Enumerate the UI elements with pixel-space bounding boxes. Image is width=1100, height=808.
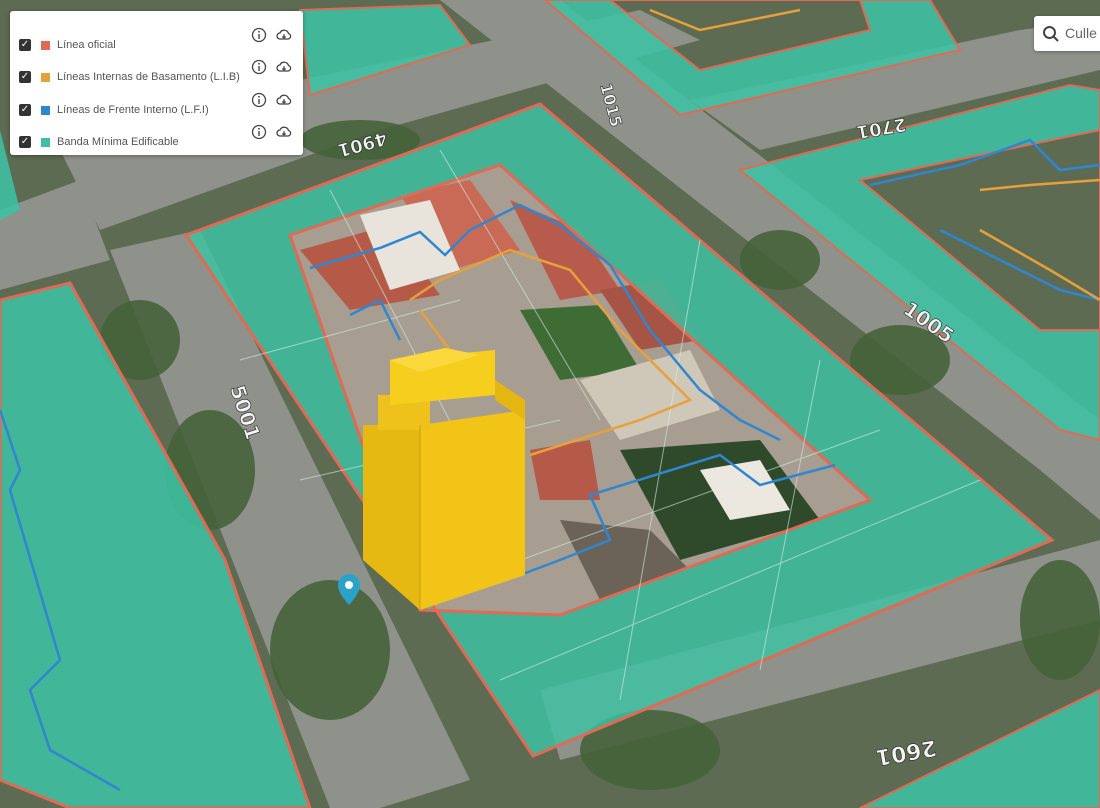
layer-checkbox[interactable]: ✓ xyxy=(19,71,31,83)
layer-checkbox[interactable]: ✓ xyxy=(19,104,31,116)
cloud-download-icon[interactable] xyxy=(276,92,292,108)
info-icon[interactable] xyxy=(251,59,267,75)
layer-label: Líneas Internas de Basamento (L.I.B) xyxy=(57,71,240,83)
layer-swatch xyxy=(41,105,50,115)
layer-checkbox[interactable]: ✓ xyxy=(19,136,31,148)
search-box[interactable]: Culle xyxy=(1034,16,1100,51)
info-icon[interactable] xyxy=(251,92,267,108)
cloud-download-icon[interactable] xyxy=(276,27,292,43)
layers-panel: ✓ Línea oficial ✓ Líneas Internas de Bas… xyxy=(10,11,303,155)
search-icon xyxy=(1043,26,1059,42)
cloud-download-icon[interactable] xyxy=(276,59,292,75)
layer-swatch xyxy=(41,72,50,82)
layer-swatch xyxy=(41,137,50,147)
layer-label: Líneas de Frente Interno (L.F.I) xyxy=(57,104,209,116)
info-icon[interactable] xyxy=(251,27,267,43)
layer-checkbox[interactable]: ✓ xyxy=(19,39,31,51)
layer-label: Banda Mínima Edificable xyxy=(57,136,179,148)
layer-label: Línea oficial xyxy=(57,39,116,51)
info-icon[interactable] xyxy=(251,124,267,140)
cloud-download-icon[interactable] xyxy=(276,124,292,140)
layer-swatch xyxy=(41,40,50,50)
search-input[interactable]: Culle xyxy=(1065,25,1097,41)
